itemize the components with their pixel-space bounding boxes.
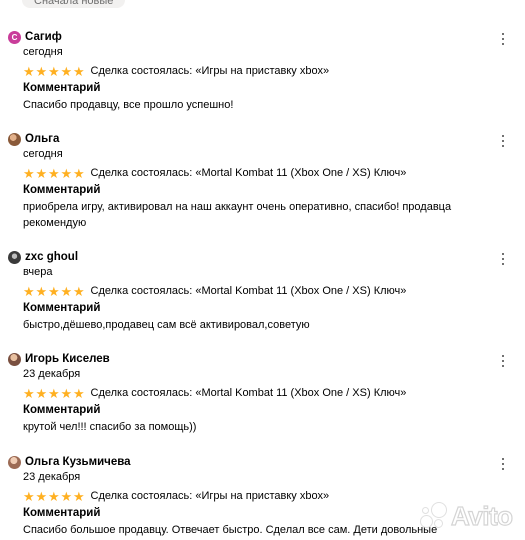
comment-label: Комментарий bbox=[23, 404, 101, 416]
avito-logo-icon bbox=[418, 501, 448, 531]
comment-text: Спасибо большое продавцу. Отвечает быстр… bbox=[23, 524, 438, 536]
star-icon: ★ bbox=[73, 165, 85, 181]
review-header: Ольга Кузьмичева bbox=[8, 454, 131, 470]
star-icon: ★ bbox=[23, 63, 35, 79]
star-icon: ★ bbox=[48, 488, 60, 504]
rating-row: ★ ★ ★ ★ ★ Сделка состоялась: «Игры на приста… bbox=[23, 488, 329, 504]
avito-watermark: Avito bbox=[418, 500, 514, 532]
review-header: zxc ghoul bbox=[8, 249, 78, 265]
more-options-icon[interactable] bbox=[498, 134, 508, 148]
more-options-icon[interactable] bbox=[498, 252, 508, 266]
star-icon: ★ bbox=[23, 488, 35, 504]
star-icon: ★ bbox=[48, 63, 60, 79]
rating-row: ★ ★ ★ ★ ★ Сделка состоялась: «Игры на приста… bbox=[23, 63, 329, 79]
star-icon: ★ bbox=[48, 385, 60, 401]
author-name[interactable]: Игорь Киселев bbox=[25, 353, 110, 365]
comment-label: Комментарий bbox=[23, 507, 101, 519]
rating-stars: ★ ★ ★ ★ ★ bbox=[23, 285, 86, 298]
star-icon: ★ bbox=[23, 165, 35, 181]
review-item: С Сагиф сегодня ★ ★ ★ ★ ★ Сделка состоялась:… bbox=[0, 29, 525, 111]
more-options-icon[interactable] bbox=[498, 354, 508, 368]
star-icon: ★ bbox=[60, 165, 73, 181]
deal-text: Сделка состоялась: «Игры на приставку xb… bbox=[90, 65, 330, 77]
author-name[interactable]: zxc ghoul bbox=[25, 251, 78, 263]
rating-row: ★ ★ ★ ★ ★ Сделка состоялась: «Mortal Kombat … bbox=[23, 385, 406, 401]
more-options-icon[interactable] bbox=[498, 32, 508, 46]
review-header: Ольга bbox=[8, 131, 59, 147]
star-icon: ★ bbox=[35, 63, 48, 79]
review-item: Ольга сегодня ★ ★ ★ ★ ★ Сделка состоялась: «… bbox=[0, 131, 525, 231]
deal-text: Сделка состоялась: «Игры на приставку xb… bbox=[90, 490, 330, 502]
rating-stars: ★ ★ ★ ★ ★ bbox=[23, 490, 86, 503]
review-date: сегодня bbox=[23, 46, 63, 58]
author-name[interactable]: Сагиф bbox=[25, 31, 62, 43]
star-icon: ★ bbox=[23, 385, 35, 401]
avatar[interactable] bbox=[8, 132, 21, 146]
star-icon: ★ bbox=[35, 165, 48, 181]
star-icon: ★ bbox=[48, 283, 60, 299]
star-icon: ★ bbox=[23, 283, 35, 299]
star-icon: ★ bbox=[48, 165, 60, 181]
star-icon: ★ bbox=[35, 488, 48, 504]
rating-row: ★ ★ ★ ★ ★ Сделка состоялась: «Mortal Kombat … bbox=[23, 283, 406, 299]
review-header: Игорь Киселев bbox=[8, 351, 110, 367]
review-date: сегодня bbox=[23, 148, 63, 160]
star-icon: ★ bbox=[73, 283, 85, 299]
sort-bar: Сначала новые bbox=[0, 0, 525, 16]
comment-text: быстро,дёшево,продавец сам всё активиров… bbox=[23, 319, 310, 331]
sort-chip[interactable]: Сначала новые bbox=[22, 0, 126, 8]
rating-row: ★ ★ ★ ★ ★ Сделка состоялась: «Mortal Kombat … bbox=[23, 165, 406, 181]
deal-text: Сделка состоялась: «Mortal Kombat 11 (Xb… bbox=[90, 387, 407, 399]
review-date: вчера bbox=[23, 266, 53, 278]
rating-stars: ★ ★ ★ ★ ★ bbox=[23, 387, 86, 400]
review-item: zxc ghoul вчера ★ ★ ★ ★ ★ Сделка состоялась:… bbox=[0, 249, 525, 331]
comment-label: Комментарий bbox=[23, 184, 101, 196]
comment-text: Спасибо продавцу, все прошло успешно! bbox=[23, 99, 234, 111]
comment-text: крутой чел!!! спасибо за помощь)) bbox=[23, 421, 197, 433]
avatar[interactable] bbox=[8, 352, 21, 366]
avatar[interactable]: С bbox=[8, 30, 21, 44]
author-name[interactable]: Ольга bbox=[25, 133, 59, 145]
more-options-icon[interactable] bbox=[498, 457, 508, 471]
comment-text: приобрела игру, активировал на наш аккау… bbox=[23, 201, 452, 229]
star-icon: ★ bbox=[35, 385, 48, 401]
avatar[interactable] bbox=[8, 455, 21, 469]
rating-stars: ★ ★ ★ ★ ★ bbox=[23, 65, 86, 78]
deal-text: Сделка состоялась: «Mortal Kombat 11 (Xb… bbox=[90, 285, 407, 297]
comment-label: Комментарий bbox=[23, 82, 101, 94]
author-name[interactable]: Ольга Кузьмичева bbox=[25, 456, 131, 468]
review-date: 23 декабря bbox=[23, 471, 81, 483]
review-header: С Сагиф bbox=[8, 29, 62, 45]
watermark-text: Avito bbox=[450, 500, 513, 531]
star-icon: ★ bbox=[60, 63, 73, 79]
star-icon: ★ bbox=[60, 385, 73, 401]
rating-stars: ★ ★ ★ ★ ★ bbox=[23, 167, 86, 180]
star-icon: ★ bbox=[73, 63, 85, 79]
avatar[interactable] bbox=[8, 250, 21, 264]
review-item: Игорь Киселев 23 декабря ★ ★ ★ ★ ★ Сделка со… bbox=[0, 351, 525, 433]
deal-text: Сделка состоялась: «Mortal Kombat 11 (Xb… bbox=[90, 167, 407, 179]
star-icon: ★ bbox=[35, 283, 48, 299]
review-date: 23 декабря bbox=[23, 368, 81, 380]
star-icon: ★ bbox=[60, 283, 73, 299]
comment-label: Комментарий bbox=[23, 302, 101, 314]
star-icon: ★ bbox=[73, 385, 85, 401]
star-icon: ★ bbox=[73, 488, 85, 504]
star-icon: ★ bbox=[60, 488, 73, 504]
